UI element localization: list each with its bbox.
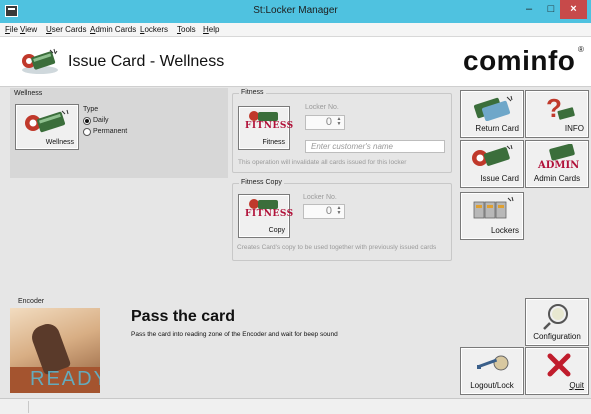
fitness-group-title: Fitness — [239, 89, 266, 96]
quit-label: Quit — [569, 381, 584, 390]
wellness-panel-label: Wellness — [14, 90, 43, 97]
info-label: INFO — [564, 124, 584, 133]
fitness-locker-value: 0 — [325, 116, 332, 128]
logout-key-icon — [477, 355, 509, 371]
menu-lockers[interactable]: Lockers — [140, 25, 168, 34]
page-title: Issue Card - Wellness — [68, 53, 225, 70]
cominfo-logo: cominfo — [463, 45, 576, 76]
issue-card-icon — [472, 145, 513, 166]
menu-admin-cards[interactable]: Admin Cards — [90, 25, 136, 34]
configuration-magnifier-icon — [543, 304, 568, 330]
customer-name-input[interactable]: Enter customer's name — [305, 140, 445, 153]
type-daily-label: Daily — [93, 117, 109, 124]
fitness-hint: This operation will invalidate all cards… — [238, 159, 407, 166]
issue-card-button[interactable]: Issue Card — [460, 140, 524, 188]
ready-text: READY — [30, 368, 100, 390]
fitness-button[interactable]: FITNESS Fitness — [238, 106, 293, 150]
issue-card-label: Issue Card — [480, 174, 519, 183]
type-daily-radio[interactable] — [83, 117, 91, 125]
close-button[interactable]: × — [560, 0, 587, 19]
window-title: St:Locker Manager — [253, 5, 338, 16]
maximize-button[interactable]: □ — [541, 0, 561, 19]
return-card-label: Return Card — [475, 124, 519, 133]
status-divider — [28, 401, 29, 413]
lockers-icon — [473, 196, 514, 219]
menu-user-cards[interactable]: User Cards — [46, 25, 86, 34]
configuration-button[interactable]: Configuration — [525, 298, 589, 346]
quit-button[interactable]: Quit — [525, 347, 589, 395]
minimize-button[interactable]: – — [519, 0, 539, 19]
fitness-copy-group-title: Fitness Copy — [239, 179, 284, 186]
quit-x-icon — [547, 353, 571, 377]
wellness-button[interactable]: Wellness — [15, 104, 79, 150]
fitness-button-label: Fitness — [262, 139, 285, 146]
fitness-copy-group: Fitness Copy FITNESS Copy Locker No. 0 ▲… — [232, 179, 452, 261]
type-label: Type — [83, 106, 99, 113]
wellness-card-icon — [25, 109, 69, 133]
logout-lock-label: Logout/Lock — [470, 381, 514, 390]
configuration-label: Configuration — [533, 332, 581, 341]
menu-view[interactable]: View — [20, 25, 37, 34]
wellness-card-icon — [22, 48, 58, 74]
wellness-panel: Wellness Wellness Type Daily Permanent — [10, 88, 228, 178]
pass-card-description: Pass the card into reading zone of the E… — [131, 331, 338, 338]
registered-mark: ® — [578, 45, 584, 54]
return-card-button[interactable]: Return Card — [460, 90, 524, 138]
page-header: Issue Card - Wellness cominfo ® — [0, 37, 591, 87]
spinner-arrows-icon[interactable]: ▲ ▼ — [335, 206, 343, 217]
info-question-icon: ? — [546, 93, 575, 123]
fitness-locker-spinner[interactable]: 0 ▲ ▼ — [305, 115, 345, 130]
copy-locker-spinner[interactable]: 0 ▲ ▼ — [303, 204, 345, 219]
spinner-arrows-icon[interactable]: ▲ ▼ — [335, 117, 343, 128]
type-permanent-label: Permanent — [93, 128, 128, 135]
admin-logo: ADMIN — [537, 160, 579, 171]
encoder-ready-image: READY — [10, 308, 100, 393]
admin-cards-button[interactable]: ADMIN Admin Cards — [525, 140, 589, 188]
fitness-group: Fitness FITNESS Fitness Locker No. 0 ▲ ▼ … — [232, 89, 452, 173]
logout-lock-button[interactable]: Logout/Lock — [460, 347, 524, 395]
wellness-button-label: Wellness — [45, 139, 74, 146]
menu-bar: File View User Cards Admin Cards Lockers… — [0, 23, 591, 37]
menu-help[interactable]: Help — [203, 25, 219, 34]
menu-tools[interactable]: Tools — [177, 25, 196, 34]
return-card-icon — [473, 95, 513, 121]
menu-file[interactable]: File — [5, 25, 18, 34]
lockers-button[interactable]: Lockers — [460, 192, 524, 240]
fitness-copy-button-label: Copy — [268, 227, 285, 234]
fitness-locker-label: Locker No. — [305, 104, 339, 111]
encoder-panel: Encoder READY Pass the card Pass the car… — [10, 298, 449, 393]
copy-locker-label: Locker No. — [303, 194, 337, 201]
title-bar: St:Locker Manager – □ × — [0, 0, 591, 23]
status-bar — [0, 398, 591, 414]
info-button[interactable]: ? INFO — [525, 90, 589, 138]
fitness-logo: FITNESS — [245, 121, 294, 131]
pass-card-title: Pass the card — [131, 308, 236, 325]
lockers-label: Lockers — [490, 226, 519, 235]
copy-locker-value: 0 — [325, 205, 332, 217]
encoder-panel-label: Encoder — [18, 298, 45, 305]
fitness-copy-hint: Creates Card's copy to be used together … — [237, 244, 437, 251]
admin-card-icon: ADMIN — [537, 144, 579, 171]
fitness-copy-logo: FITNESS — [245, 209, 294, 219]
type-permanent-radio[interactable] — [83, 128, 91, 136]
admin-cards-label: Admin Cards — [533, 174, 581, 183]
fitness-copy-button[interactable]: FITNESS Copy — [238, 194, 293, 238]
